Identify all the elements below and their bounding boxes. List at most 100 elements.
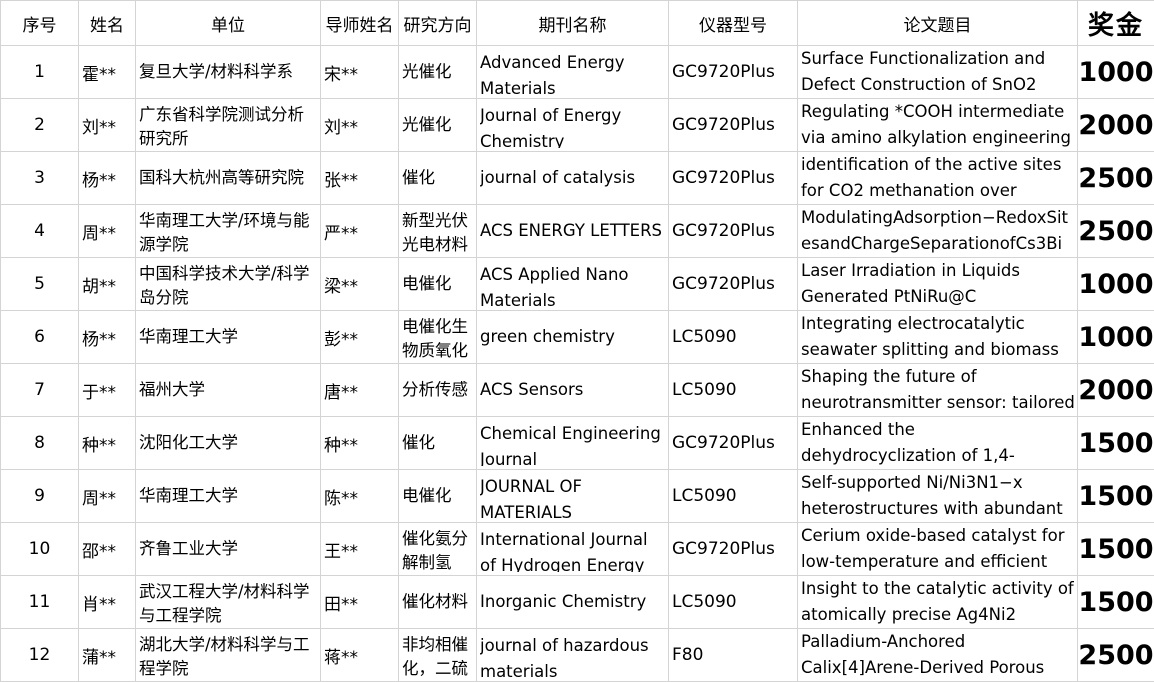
cell-journal: JOURNAL OF MATERIALS <box>477 470 669 523</box>
journal-text: ACS ENERGY LETTERS <box>480 218 668 244</box>
cell-title: Cerium oxide-based catalyst forlow-tempe… <box>798 523 1078 576</box>
header-title: 论文题目 <box>798 1 1078 46</box>
cell-journal: ACS Applied Nano Materials <box>477 258 669 311</box>
cell-award: 1500 <box>1078 417 1154 470</box>
cell-unit-text: 广东省科学院测试分析研究所 <box>139 103 320 148</box>
header-instrument: 仪器型号 <box>669 1 798 46</box>
title-line-1: Integrating electrocatalytic <box>801 311 1077 337</box>
cell-advisor: 陈** <box>321 470 399 523</box>
title-line-2: Defect Construction of SnO2 <box>801 72 1077 98</box>
cell-name: 杨** <box>79 152 136 205</box>
table-row: 9周**华南理工大学陈**电催化JOURNAL OF MATERIALSLC50… <box>1 470 1154 523</box>
header-index: 序号 <box>1 1 79 46</box>
cell-title: Enhanced thedehydrocyclization of 1,4- <box>798 417 1078 470</box>
header-field: 研究方向 <box>399 1 477 46</box>
cell-unit-text: 国科大杭州高等研究院 <box>139 166 320 190</box>
cell-instrument: GC9720Plus <box>669 417 798 470</box>
cell-index: 6 <box>1 311 79 364</box>
cell-name: 于** <box>79 364 136 417</box>
cell-unit: 华南理工大学/环境与能源学院 <box>136 205 321 258</box>
cell-unit-text: 沈阳化工大学 <box>139 431 320 455</box>
cell-title: Insight to the catalytic activity ofatom… <box>798 576 1078 629</box>
cell-field-text: 光催化 <box>402 113 476 137</box>
cell-award: 2000 <box>1078 99 1154 152</box>
table-row: 4周**华南理工大学/环境与能源学院严**新型光伏光电材料ACS ENERGY … <box>1 205 1154 258</box>
cell-advisor: 严** <box>321 205 399 258</box>
cell-instrument: GC9720Plus <box>669 205 798 258</box>
cell-journal: Advanced Energy Materials <box>477 46 669 99</box>
cell-advisor: 种** <box>321 417 399 470</box>
table-row: 11肖**武汉工程大学/材料科学与工程学院田**催化材料Inorganic Ch… <box>1 576 1154 629</box>
cell-journal: journal of catalysis <box>477 152 669 205</box>
title-line-2: seawater splitting and biomass <box>801 337 1077 363</box>
cell-unit: 中国科学技术大学/科学岛分院 <box>136 258 321 311</box>
cell-title: Self-supported Ni/Ni3N1−xheterostructure… <box>798 470 1078 523</box>
cell-field: 分析传感 <box>399 364 477 417</box>
cell-award: 2500 <box>1078 629 1154 682</box>
cell-award: 1000 <box>1078 258 1154 311</box>
cell-journal: green chemistry <box>477 311 669 364</box>
cell-unit-text: 华南理工大学 <box>139 484 320 508</box>
cell-index: 12 <box>1 629 79 682</box>
header-journal: 期刊名称 <box>477 1 669 46</box>
cell-unit-text: 复旦大学/材料科学系 <box>139 60 320 84</box>
cell-field: 非均相催化，二硫 <box>399 629 477 682</box>
cell-field: 催化材料 <box>399 576 477 629</box>
header-name: 姓名 <box>79 1 136 46</box>
cell-name: 蒲** <box>79 629 136 682</box>
cell-name: 邵** <box>79 523 136 576</box>
cell-instrument: GC9720Plus <box>669 99 798 152</box>
cell-title: Palladium-AnchoredCalix[4]Arene-Derived … <box>798 629 1078 682</box>
journal-text: Journal of Energy Chemistry <box>480 103 668 148</box>
cell-index: 9 <box>1 470 79 523</box>
cell-award: 2500 <box>1078 152 1154 205</box>
cell-unit-text: 武汉工程大学/材料科学与工程学院 <box>139 580 320 625</box>
cell-index: 5 <box>1 258 79 311</box>
cell-field-text: 催化材料 <box>402 590 476 614</box>
cell-award: 2000 <box>1078 364 1154 417</box>
cell-title: Surface Functionalization andDefect Cons… <box>798 46 1078 99</box>
cell-index: 10 <box>1 523 79 576</box>
cell-index: 11 <box>1 576 79 629</box>
journal-text: Inorganic Chemistry <box>480 589 668 615</box>
title-line-2: esandChargeSeparationofCs3Bi <box>801 231 1077 257</box>
cell-instrument: LC5090 <box>669 576 798 629</box>
cell-name: 胡** <box>79 258 136 311</box>
cell-advisor: 宋** <box>321 46 399 99</box>
cell-unit: 福州大学 <box>136 364 321 417</box>
cell-advisor: 王** <box>321 523 399 576</box>
cell-index: 7 <box>1 364 79 417</box>
cell-unit: 国科大杭州高等研究院 <box>136 152 321 205</box>
cell-journal: ACS Sensors <box>477 364 669 417</box>
title-line-1: ModulatingAdsorption−RedoxSit <box>801 205 1077 231</box>
cell-field: 光催化 <box>399 46 477 99</box>
table-row: 6杨**华南理工大学彭**电催化生物质氧化green chemistryLC50… <box>1 311 1154 364</box>
table-row: 1霍**复旦大学/材料科学系宋**光催化Advanced Energy Mate… <box>1 46 1154 99</box>
cell-award: 1000 <box>1078 46 1154 99</box>
journal-text: ACS Applied Nano Materials <box>480 262 668 307</box>
cell-journal: journal of hazardous materials <box>477 629 669 682</box>
header-award: 奖金 <box>1078 1 1154 46</box>
cell-field-text: 非均相催化，二硫 <box>402 633 476 678</box>
table-row: 7于**福州大学唐**分析传感ACS SensorsLC5090Shaping … <box>1 364 1154 417</box>
cell-index: 3 <box>1 152 79 205</box>
cell-title: Laser Irradiation in LiquidsGenerated Pt… <box>798 258 1078 311</box>
title-line-2: Generated PtNiRu@C <box>801 284 1077 310</box>
cell-field: 催化 <box>399 417 477 470</box>
cell-title: ModulatingAdsorption−RedoxSitesandCharge… <box>798 205 1078 258</box>
title-line-2: low-temperature and efficient <box>801 549 1077 575</box>
cell-name: 霍** <box>79 46 136 99</box>
cell-unit: 沈阳化工大学 <box>136 417 321 470</box>
cell-field-text: 催化氨分解制氢 <box>402 527 476 572</box>
journal-text: Advanced Energy Materials <box>480 50 668 95</box>
header-unit: 单位 <box>136 1 321 46</box>
cell-name: 周** <box>79 470 136 523</box>
cell-unit-text: 福州大学 <box>139 378 320 402</box>
title-line-2: Calix[4]Arene-Derived Porous <box>801 655 1077 681</box>
cell-award: 1500 <box>1078 523 1154 576</box>
cell-unit-text: 齐鲁工业大学 <box>139 537 320 561</box>
cell-title: Regulating *COOH intermediatevia amino a… <box>798 99 1078 152</box>
award-table: 序号 姓名 单位 导师姓名 研究方向 期刊名称 仪器型号 论文题目 奖金 1霍*… <box>0 0 1154 682</box>
journal-text: Chemical Engineering Journal <box>480 421 668 466</box>
cell-unit: 华南理工大学 <box>136 311 321 364</box>
